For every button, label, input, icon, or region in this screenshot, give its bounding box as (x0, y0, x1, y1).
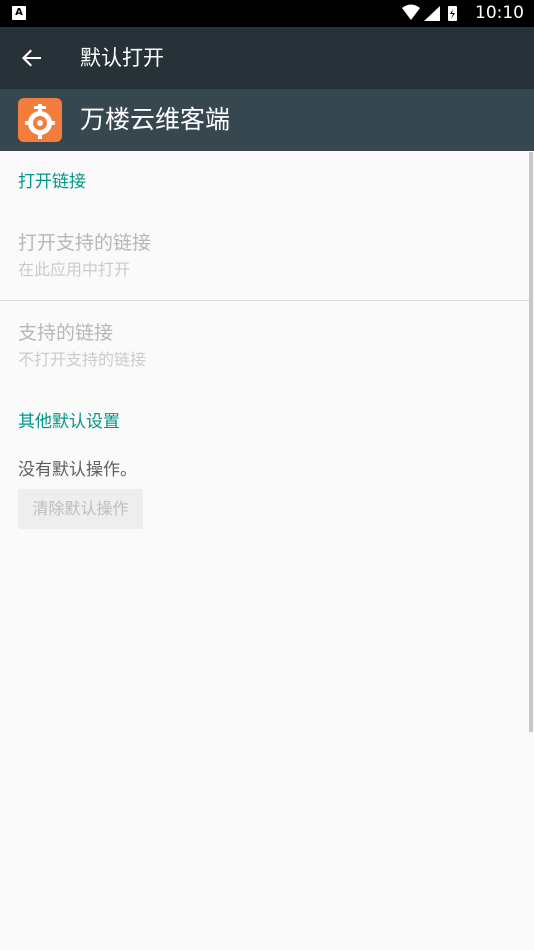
open-supported-links-subtitle: 在此应用中打开 (18, 260, 131, 279)
clear-defaults-button[interactable]: 清除默认操作 (18, 489, 143, 529)
app-header: 万楼云维客端 (0, 89, 534, 151)
status-bar: A 10:10 (0, 0, 534, 27)
app-name: 万楼云维客端 (80, 105, 231, 134)
no-default-actions-text: 没有默认操作。 (18, 460, 137, 480)
status-clock: 10:10 (475, 3, 524, 23)
page-title: 默认打开 (80, 46, 164, 70)
toolbar: 默认打开 (0, 27, 534, 89)
app-icon (18, 98, 62, 142)
signal-icons (402, 4, 457, 21)
cellular-signal-icon (424, 6, 440, 21)
section-header-open-links: 打开链接 (18, 172, 86, 192)
section-header-other-defaults: 其他默认设置 (18, 412, 120, 432)
wifi-icon (402, 4, 420, 20)
supported-links-subtitle: 不打开支持的链接 (18, 350, 147, 369)
arrow-back-icon (22, 49, 41, 67)
divider (0, 300, 530, 301)
app-logo-icon (18, 98, 62, 142)
scrollbar[interactable] (529, 152, 533, 732)
supported-links-title: 支持的链接 (18, 322, 114, 344)
open-supported-links-title: 打开支持的链接 (18, 232, 152, 254)
notification-icon: A (12, 6, 26, 20)
back-button[interactable] (18, 44, 46, 72)
status-icons (402, 4, 464, 24)
